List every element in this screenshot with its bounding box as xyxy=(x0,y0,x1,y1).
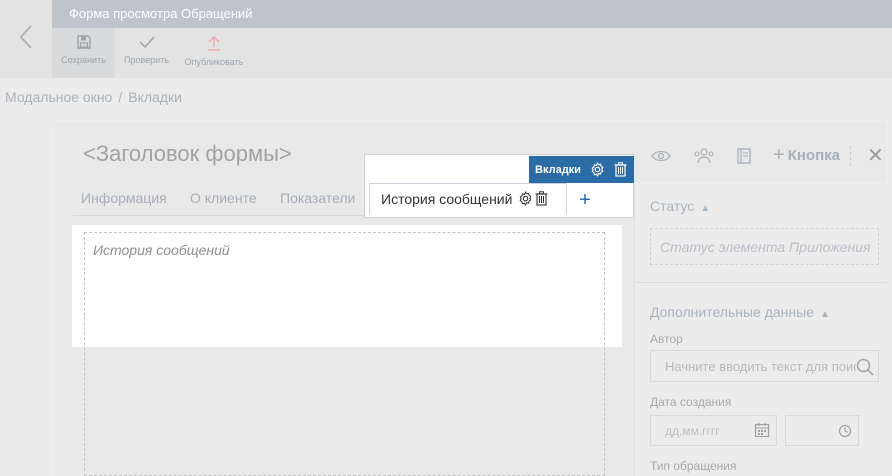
users-icon[interactable] xyxy=(693,147,715,164)
tab-indicators[interactable]: Показатели xyxy=(280,190,355,206)
gear-icon[interactable] xyxy=(518,191,533,206)
floppy-disk-icon xyxy=(76,35,91,51)
add-button-label: Кнопка xyxy=(787,147,840,164)
plus-icon: + xyxy=(773,144,785,166)
tab-information[interactable]: Информация xyxy=(81,190,167,206)
add-tab-button[interactable]: + xyxy=(568,186,602,214)
trash-icon[interactable] xyxy=(535,191,548,206)
tab-about-client[interactable]: О клиенте xyxy=(190,190,257,206)
breadcrumb-item-modal[interactable]: Модальное окно xyxy=(5,89,112,105)
trash-icon[interactable] xyxy=(614,162,627,177)
save-button[interactable]: Сохранить xyxy=(52,28,115,78)
check-label: Проверить xyxy=(123,55,169,65)
gear-icon[interactable] xyxy=(590,162,605,177)
tab-message-history[interactable]: История сообщений xyxy=(369,183,567,215)
document-icon[interactable] xyxy=(737,147,751,164)
breadcrumb-separator: / xyxy=(118,89,123,105)
chevron-up-icon: ▲ xyxy=(700,203,711,214)
chevron-left-icon xyxy=(19,24,33,55)
author-label: Автор xyxy=(650,332,683,346)
form-title: <Заголовок формы> xyxy=(83,141,292,166)
tab-message-history-label: История сообщений xyxy=(381,190,513,207)
check-button[interactable]: Проверить xyxy=(115,28,178,78)
request-type-label: Тип обращения xyxy=(650,459,737,473)
author-placeholder: Начните вводить текст для поиска xyxy=(665,359,873,374)
date-label: Дата создания xyxy=(650,395,732,409)
section-divider xyxy=(635,282,887,283)
divider xyxy=(849,145,853,166)
calendar-icon[interactable] xyxy=(754,422,770,441)
upload-arrow-icon xyxy=(206,35,222,53)
status-placeholder[interactable]: Статус элемента Приложения xyxy=(650,228,879,265)
breadcrumb: Модальное окно / Вкладки xyxy=(5,89,182,105)
status-section-title[interactable]: Статус ▲ xyxy=(650,198,710,214)
publish-button[interactable]: Опубликовать xyxy=(178,28,250,78)
date-input[interactable]: дд.мм.гггг xyxy=(650,415,777,446)
extra-title-label: Дополнительные данные xyxy=(650,304,814,320)
clock-icon[interactable] xyxy=(838,424,852,443)
breadcrumb-item-tabs[interactable]: Вкладки xyxy=(128,89,182,105)
drop-zone-label: История сообщений xyxy=(93,242,230,258)
tabs-widget-label: Вкладки xyxy=(535,163,581,176)
search-icon[interactable] xyxy=(856,358,874,379)
drop-zone[interactable] xyxy=(84,232,605,476)
toolbar: Сохранить Проверить Опубликовать xyxy=(52,28,892,78)
chevron-up-icon: ▲ xyxy=(819,309,830,320)
publish-label: Опубликовать xyxy=(184,57,244,67)
author-input[interactable]: Начните вводить текст для поиска xyxy=(650,350,879,382)
back-button[interactable] xyxy=(0,0,52,78)
form-header-actions: + Кнопка ✕ xyxy=(651,143,884,168)
time-input[interactable] xyxy=(785,415,859,446)
tabs-widget-toolbar: Вкладки xyxy=(529,156,634,183)
close-icon[interactable]: ✕ xyxy=(867,143,884,168)
extra-section-title[interactable]: Дополнительные данные ▲ xyxy=(650,304,830,320)
checkmark-icon xyxy=(138,35,155,51)
right-panel: Статус ▲ Статус элемента Приложения Допол… xyxy=(634,182,887,476)
window-title: Форма просмотра Обращений xyxy=(52,0,892,28)
status-title-label: Статус xyxy=(650,198,695,214)
eye-icon[interactable] xyxy=(651,149,671,163)
save-label: Сохранить xyxy=(61,55,106,65)
add-button[interactable]: + Кнопка xyxy=(773,144,840,167)
date-placeholder: дд.мм.гггг xyxy=(665,424,720,438)
